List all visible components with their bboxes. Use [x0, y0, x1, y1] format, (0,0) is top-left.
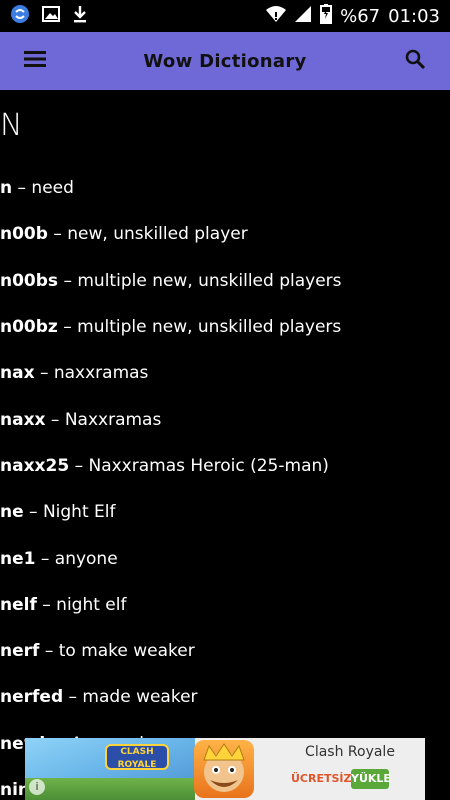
- image-notification-icon: [42, 5, 60, 27]
- dictionary-entry[interactable]: nelf – night elf: [0, 582, 450, 628]
- entry-term: nelf: [0, 594, 37, 615]
- system-icons: %67 01:03: [266, 3, 450, 29]
- dictionary-entry[interactable]: naxx25 – Naxxramas Heroic (25-man): [0, 443, 450, 489]
- download-icon: [72, 5, 88, 27]
- entry-definition: – need: [12, 178, 74, 199]
- dictionary-entry[interactable]: ne – Night Elf: [0, 489, 450, 535]
- search-icon: [405, 49, 426, 73]
- dictionary-entry[interactable]: naxx – Naxxramas: [0, 396, 450, 442]
- battery-percent: %67: [340, 5, 381, 27]
- entry-term: nerfed: [0, 687, 64, 708]
- app-bar: Wow Dictionary: [0, 32, 450, 90]
- entry-term: ne: [0, 502, 24, 523]
- dictionary-entry[interactable]: nerfed – made weaker: [0, 674, 450, 720]
- entry-definition: – Naxxramas Heroic (25-man): [69, 455, 329, 476]
- section-header: N: [0, 108, 23, 143]
- ad-artwork-ground: [25, 778, 195, 800]
- ad-price-label: ÜCRETSİZ: [291, 772, 352, 785]
- dictionary-entry[interactable]: n00b – new, unskilled player: [0, 211, 450, 257]
- entry-term: n00b: [0, 224, 48, 245]
- entry-definition: – made weaker: [63, 687, 198, 708]
- entry-term: nax: [0, 363, 35, 384]
- dictionary-content[interactable]: N n – need n00b – new, unskilled player n0…: [0, 90, 450, 800]
- ad-info-icon[interactable]: i: [29, 779, 45, 795]
- dictionary-entry[interactable]: n00bz – multiple new, unskilled players: [0, 304, 450, 350]
- entry-definition: – Naxxramas: [45, 409, 162, 430]
- entry-term: naxx: [0, 409, 46, 430]
- entry-definition: – new, unskilled player: [47, 224, 248, 245]
- entry-definition: – anyone: [35, 548, 118, 569]
- entry-list: n – need n00b – new, unskilled player n00b…: [0, 165, 450, 800]
- dictionary-entry[interactable]: n – need: [0, 165, 450, 211]
- ad-install-button[interactable]: YÜKLE: [351, 769, 391, 789]
- entry-definition: – multiple new, unskilled players: [58, 270, 342, 291]
- notification-icons: [0, 4, 88, 28]
- page-title: Wow Dictionary: [143, 50, 307, 72]
- wifi-icon: [266, 5, 287, 28]
- dictionary-entry[interactable]: nerf – to make weaker: [0, 628, 450, 674]
- ad-app-name: Clash Royale: [305, 744, 395, 760]
- entry-definition: – multiple new, unskilled players: [57, 317, 342, 338]
- entry-definition: – naxxramas: [34, 363, 149, 384]
- entry-term: n00bz: [0, 317, 58, 338]
- clock: 01:03: [388, 5, 440, 27]
- ad-banner[interactable]: CLASH ROYALE i Clash Royale ÜCRETSİZ YÜK…: [25, 738, 425, 800]
- entry-definition: – night elf: [36, 594, 127, 615]
- search-button[interactable]: [388, 32, 442, 90]
- entry-term: n00bs: [0, 270, 59, 291]
- ad-game-logo: CLASH ROYALE: [105, 744, 169, 770]
- ad-app-icon: [194, 740, 254, 798]
- entry-term: n: [0, 178, 13, 199]
- entry-definition: – Night Elf: [23, 502, 116, 523]
- signal-icon: [294, 5, 312, 28]
- entry-definition: – to make weaker: [39, 641, 195, 662]
- entry-term: naxx25: [0, 455, 70, 476]
- ad-artwork: CLASH ROYALE: [25, 738, 195, 800]
- dictionary-entry[interactable]: ne1 – anyone: [0, 535, 450, 581]
- hamburger-menu-icon: [24, 50, 46, 72]
- battery-icon: [320, 3, 333, 29]
- dictionary-entry[interactable]: n00bs – multiple new, unskilled players: [0, 258, 450, 304]
- entry-term: ne1: [0, 548, 36, 569]
- app-notification-icon: [10, 4, 30, 28]
- menu-button[interactable]: [8, 32, 62, 90]
- entry-term: nerf: [0, 641, 40, 662]
- dictionary-entry[interactable]: nax – naxxramas: [0, 350, 450, 396]
- status-bar: %67 01:03: [0, 0, 450, 32]
